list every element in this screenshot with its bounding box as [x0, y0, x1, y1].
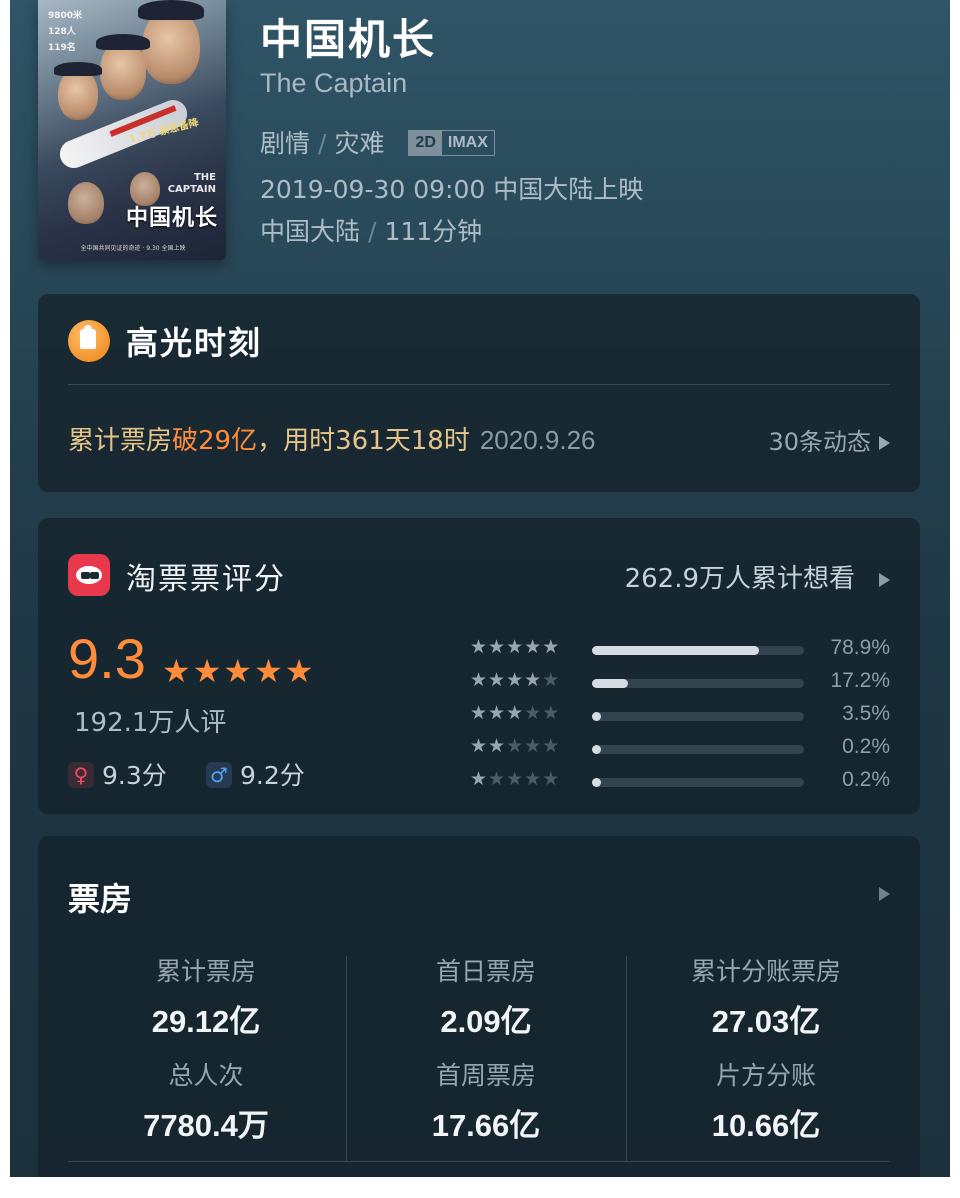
distribution-row-1-star: ★★★★★ 0.2%	[470, 768, 890, 798]
highlight-divider	[68, 384, 890, 385]
distribution-bar-track	[592, 778, 804, 787]
distribution-percent: 3.5%	[842, 702, 890, 725]
triangle-right-icon	[879, 887, 890, 901]
genre-tag: 剧情	[260, 129, 311, 158]
movie-genres: 剧情 / 灾难 2D IMAX	[260, 124, 495, 160]
distribution-percent: 0.2%	[842, 768, 890, 791]
distribution-row-5-star: ★★★★★ 78.9%	[470, 636, 890, 666]
rating-score: 9.3	[68, 627, 146, 690]
distribution-row-3-star: ★★★★★ 3.5%	[470, 702, 890, 732]
box-office-title: 票房	[68, 880, 133, 918]
stat-split-box-office: 累计分账票房 27.03亿	[690, 957, 841, 1039]
box-office-card[interactable]: 票房 累计票房 29.12亿 首日票房 2.09亿 累计分账票房 27.03亿 …	[38, 836, 920, 1177]
distribution-bar-fill	[592, 646, 760, 655]
distribution-stars: ★★★★★	[470, 669, 561, 691]
movie-region-duration: 中国大陆/111分钟	[260, 217, 483, 246]
triangle-right-icon	[879, 573, 890, 587]
distribution-percent: 17.2%	[830, 669, 890, 692]
poster-side-text: 9800米 128人 119名	[48, 11, 83, 53]
highlight-more-link[interactable]: 30条动态	[768, 422, 890, 457]
rating-stars: ★★★★★	[162, 652, 316, 690]
box-office-more[interactable]	[871, 886, 890, 905]
movie-detail-screen: 9800米 128人 119名 1.7万 紧急备降 THE CAPTAIN 中国…	[10, 0, 950, 1177]
highlight-title: 高光时刻	[126, 324, 263, 362]
distribution-percent: 0.2%	[842, 735, 890, 758]
distribution-bar-track	[592, 745, 804, 754]
stat-first-week-box-office: 首周票房 17.66亿	[431, 1061, 541, 1143]
format-imax: IMAX	[447, 134, 488, 151]
highlight-date: 2020.9.26	[479, 425, 596, 455]
distribution-row-2-star: ★★★★★ 0.2%	[470, 735, 890, 765]
distribution-bar-track	[592, 679, 804, 688]
format-2d: 2D	[409, 131, 442, 155]
distribution-percent: 78.9%	[830, 636, 890, 659]
rating-card: 淘票票评分 262.9万人累计想看 9.3 ★★★★★ 192.1万人评 ♀ 9.…	[38, 518, 920, 814]
stat-first-day-box-office: 首日票房 2.09亿	[435, 957, 536, 1039]
movie-poster[interactable]: 9800米 128人 119名 1.7万 紧急备降 THE CAPTAIN 中国…	[38, 0, 226, 260]
distribution-bar-fill	[592, 679, 629, 688]
poster-title-en: THE CAPTAIN	[167, 172, 216, 195]
poster-title: 中国机长	[125, 206, 218, 231]
distribution-stars: ★★★★★	[470, 636, 561, 658]
distribution-bar-fill	[592, 712, 601, 721]
want-to-see-link[interactable]: 262.9万人累计想看	[625, 558, 890, 595]
distribution-bar-track	[592, 712, 804, 721]
highlight-card[interactable]: 高光时刻 累计票房破29亿，用时361天18时 2020.9.26 30条动态	[38, 294, 920, 492]
rater-count: 192.1万人评	[74, 708, 227, 738]
distribution-row-4-star: ★★★★★ 17.2%	[470, 669, 890, 699]
stat-producer-share: 片方分账 10.66亿	[711, 1061, 821, 1143]
distribution-stars: ★★★★★	[470, 768, 561, 790]
rating-title: 淘票票评分	[126, 562, 286, 597]
poster-bottom-text: 全中国共同见证的奇迹 · 9.30 全国上映	[80, 245, 186, 252]
distribution-bar-fill	[592, 778, 601, 787]
male-symbol-icon: ♂	[206, 762, 232, 788]
movie-region: 中国大陆	[260, 217, 361, 246]
highlight-badge-icon	[68, 320, 110, 362]
movie-release: 2019-09-30 09:00 中国大陆上映	[260, 175, 644, 204]
female-score: ♀ 9.3分	[68, 756, 167, 792]
stat-total-box-office: 累计票房 29.12亿	[151, 957, 261, 1039]
female-symbol-icon: ♀	[68, 762, 94, 788]
movie-title-en: The Captain	[260, 68, 408, 98]
stat-total-admissions: 总人次 7780.4万	[143, 1061, 269, 1143]
distribution-stars: ★★★★★	[470, 735, 561, 757]
movie-duration: 111分钟	[384, 217, 483, 246]
genre-tag: 灾难	[334, 129, 385, 158]
distribution-bar-fill	[592, 745, 601, 754]
distribution-bar-track	[592, 646, 804, 655]
highlight-text: 累计票房破29亿，用时361天18时 2020.9.26	[68, 425, 596, 456]
format-badge: 2D IMAX	[408, 130, 495, 156]
movie-title: 中国机长	[260, 15, 437, 64]
male-score: ♂ 9.2分	[206, 756, 305, 792]
box-office-divider	[68, 1161, 890, 1162]
triangle-right-icon	[879, 436, 890, 450]
taopiaopiao-logo-icon	[68, 554, 110, 596]
highlight-milestone: 破29亿	[172, 426, 258, 456]
distribution-stars: ★★★★★	[470, 702, 561, 724]
